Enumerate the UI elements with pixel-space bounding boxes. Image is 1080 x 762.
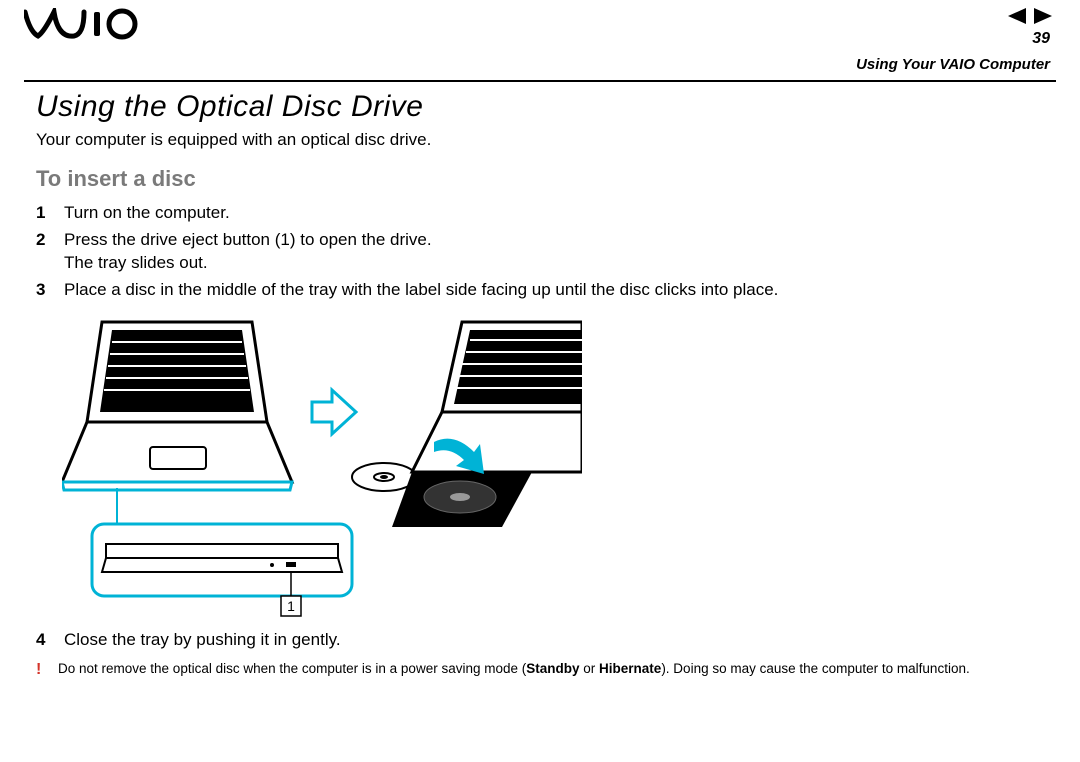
page: 39 Using Your VAIO Computer Using the Op… (0, 0, 1080, 762)
arrow-right-icon (312, 390, 356, 434)
warning: ! Do not remove the optical disc when th… (36, 660, 1056, 681)
step-number: 4 (36, 629, 50, 652)
list-item: 4 Close the tray by pushing it in gently… (36, 629, 1056, 652)
step-number: 2 (36, 229, 50, 275)
steps-list-continued: 4 Close the tray by pushing it in gently… (36, 629, 1056, 652)
callout-label-box: 1 (281, 596, 301, 616)
nav-arrows (1008, 8, 1052, 24)
step-text: Press the drive eject button (1) to open… (64, 229, 1056, 275)
topbar: 39 Using Your VAIO Computer (0, 0, 1080, 66)
list-item: 3 Place a disc in the middle of the tray… (36, 279, 1056, 302)
page-number: 39 (1032, 30, 1050, 48)
warning-bold-2: Hibernate (599, 661, 661, 676)
section-title: Using the Optical Disc Drive (36, 90, 1056, 124)
content: Using the Optical Disc Drive Your comput… (36, 90, 1056, 680)
vaio-logo (24, 8, 144, 45)
laptop-open-illustration (62, 322, 292, 490)
warning-bold-1: Standby (526, 661, 579, 676)
list-item: 1 Turn on the computer. (36, 202, 1056, 225)
step-number: 1 (36, 202, 50, 225)
warning-mid: or (580, 661, 600, 676)
warning-post: ). Doing so may cause the computer to ma… (661, 661, 969, 676)
warning-icon: ! (36, 660, 46, 681)
steps-list: 1 Turn on the computer. 2 Press the driv… (36, 202, 1056, 302)
step-text: Close the tray by pushing it in gently. (64, 629, 1056, 652)
callout-label: 1 (287, 598, 295, 614)
step-number: 3 (36, 279, 50, 302)
warning-text: Do not remove the optical disc when the … (58, 660, 970, 681)
laptop-tray-illustration (392, 322, 582, 527)
subheading: To insert a disc (36, 166, 1056, 192)
disc-icon (352, 463, 416, 491)
intro-text: Your computer is equipped with an optica… (36, 130, 1056, 150)
breadcrumb: Using Your VAIO Computer (856, 56, 1050, 73)
list-item: 2 Press the drive eject button (1) to op… (36, 229, 1056, 275)
side-view-illustration (92, 524, 352, 596)
next-page-icon[interactable] (1034, 8, 1052, 24)
step-text: Turn on the computer. (64, 202, 1056, 225)
horizontal-rule (24, 80, 1056, 82)
prev-page-icon[interactable] (1008, 8, 1026, 24)
warning-pre: Do not remove the optical disc when the … (58, 661, 526, 676)
step-text: Place a disc in the middle of the tray w… (64, 279, 1056, 302)
illustration: 1 (62, 312, 1056, 627)
